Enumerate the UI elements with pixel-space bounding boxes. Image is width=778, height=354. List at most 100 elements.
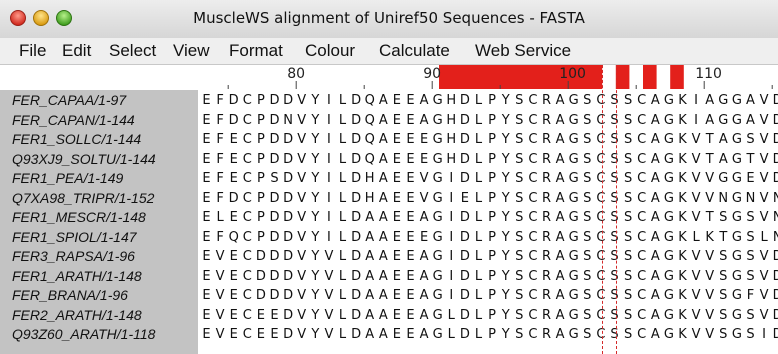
residue: A [555,93,565,108]
residue: I [694,93,699,108]
sequence-id[interactable]: FER3_RAPSA/1-96 [12,248,135,265]
alignment-panel[interactable]: FER_CAPAA/1-97 FER_CAPAN/1-144 FER1_SOLLC/… [0,90,778,354]
residue: G [568,210,579,225]
residue: R [541,288,552,303]
residue: V [297,151,307,167]
residue: A [718,151,728,167]
residue: L [474,93,483,108]
residue: D [283,190,294,206]
sequence-id[interactable]: FER1_SOLLC/1-144 [12,131,141,148]
residue: D [459,132,470,147]
alignment-ruler[interactable]: 80 90 100 110 [0,65,778,90]
residue: Y [311,288,320,303]
residue: A [419,288,429,303]
residue: Q [364,112,375,128]
residue: C [596,307,606,323]
sequence-row[interactable]: EFDCPDDVYILDHAEEVGIELPYSCRAGSCSSCAGKVVNG… [201,190,778,207]
residue: E [202,268,211,284]
residue: V [419,171,429,186]
menu-format[interactable]: Format [229,41,283,61]
residue: N [718,190,729,206]
residue: A [705,93,715,108]
residue: C [637,112,647,128]
residue: E [202,132,211,147]
residue: L [474,190,483,206]
residue: C [242,268,252,284]
residue: G [731,132,742,147]
sequence-id[interactable]: FER1_PEA/1-149 [12,170,123,187]
sequence-row[interactable]: EFECPDDVYILDQAEEEGHDLPYSCRAGSCSSCAGKVTAG… [201,131,778,148]
menu-edit[interactable]: Edit [62,41,91,61]
residue: E [406,229,415,245]
residue: L [338,93,347,108]
residue: V [297,93,307,108]
sequence-id[interactable]: FER1_MESCR/1-148 [12,209,146,226]
residue: D [283,268,294,284]
residue: L [338,268,347,284]
sequence-row[interactable]: EVECDDDVYVLDAAEEAGIDLPYSCRAGSCSSCAGKVVSG… [201,248,778,265]
menu-file[interactable]: File [19,41,46,61]
hidden-columns-marker[interactable] [615,65,630,89]
residue: S [623,132,633,147]
sequence-id[interactable]: Q7XA98_TRIPR/1-152 [12,190,154,207]
menu-calculate[interactable]: Calculate [379,41,450,61]
residue: V [705,171,715,186]
residue: V [705,268,715,284]
residue: L [216,210,224,225]
hidden-columns-marker[interactable] [643,65,657,89]
menu-colour[interactable]: Colour [305,41,355,61]
residue: K [678,229,687,245]
sequence-row[interactable]: EFECPSDVYILDHAEEVGIDLPYSCRAGSCSSCAGKVVGG… [201,170,778,187]
sequence-row[interactable]: ELECPDDVYILDAAEEAGIDLPYSCRAGSCSSCAGKVTSG… [201,209,778,226]
residue: I [449,268,454,284]
sequence-row[interactable]: EFECPDDVYILDQAEEEGHDLPYSCRAGSCSSCAGKVTAG… [201,151,778,168]
residue: A [365,268,375,284]
residue: E [392,132,401,147]
menu-view[interactable]: View [173,41,210,61]
residue: Y [311,249,320,264]
sequence-id[interactable]: Q93XJ9_SOLTU/1-144 [12,151,156,168]
residue: C [242,132,252,147]
residue: S [583,210,592,225]
residue: C [242,112,252,128]
residue: S [623,229,633,245]
sequence-id-panel[interactable]: FER_CAPAA/1-97 FER_CAPAN/1-144 FER1_SOLLC/… [0,90,198,354]
menu-select[interactable]: Select [109,41,156,61]
residue: I [449,210,454,225]
sequence-row[interactable]: EVECEEDVYVLDAAEEAGLDLPYSCRAGSCSSCAGKVVSG… [201,326,778,343]
sequence-id[interactable]: FER_CAPAN/1-144 [12,112,135,129]
sequence-row[interactable]: EFQCPDDVYILDAAEEEGIDLPYSCRAGSCSSCAGKLKTG… [201,229,778,246]
residue: D [269,210,280,225]
hidden-columns-marker[interactable] [670,65,684,89]
sequence-row[interactable]: EVECDDDVYVLDAAEEAGIDLPYSCRAGSCSSCAGKVVSG… [201,268,778,285]
residue: G [432,171,443,186]
residue: G [731,190,742,206]
residue: D [772,132,778,147]
sequence-row[interactable]: EFDCPDDVYILDQAEEAGHDLPYSCRAGSCSSCAGKIAGG… [201,92,778,109]
residue: E [202,288,211,303]
residue: G [432,307,443,323]
sequence-row[interactable]: EFDCPDNVYILDQAEEAGHDLPYSCRAGSCSSCAGKIAGG… [201,112,778,129]
residue: A [650,171,660,186]
residue: S [515,268,524,284]
residue: L [474,151,483,167]
residue: D [459,112,470,128]
residue: D [283,327,294,342]
sequence-id[interactable]: FER1_SPIOL/1-147 [12,229,137,246]
sequence-id[interactable]: FER1_ARATH/1-148 [12,268,142,285]
residue: C [528,93,538,108]
residue: D [283,229,294,245]
sequence-id[interactable]: FER_BRANA/1-96 [12,287,128,304]
sequence-row[interactable]: EVECDDDVYVLDAAEEAGIDLPYSCRAGSCSSCAGKVVSG… [201,287,778,304]
sequence-id[interactable]: Q93Z60_ARATH/1-118 [12,326,155,343]
residue: C [242,288,252,303]
residue: Y [501,249,510,264]
sequence-id[interactable]: FER2_ARATH/1-148 [12,307,142,324]
sequence-row[interactable]: EVECEEDVYVLDAAEEAGLDLPYSCRAGSCSSCAGKVVSG… [201,307,778,324]
menu-web-service[interactable]: Web Service [475,41,571,61]
residue: V [419,190,429,206]
residue: S [610,288,619,303]
residue: V [691,249,701,264]
sequence-id[interactable]: FER_CAPAA/1-97 [12,92,126,109]
residue: S [515,307,524,323]
